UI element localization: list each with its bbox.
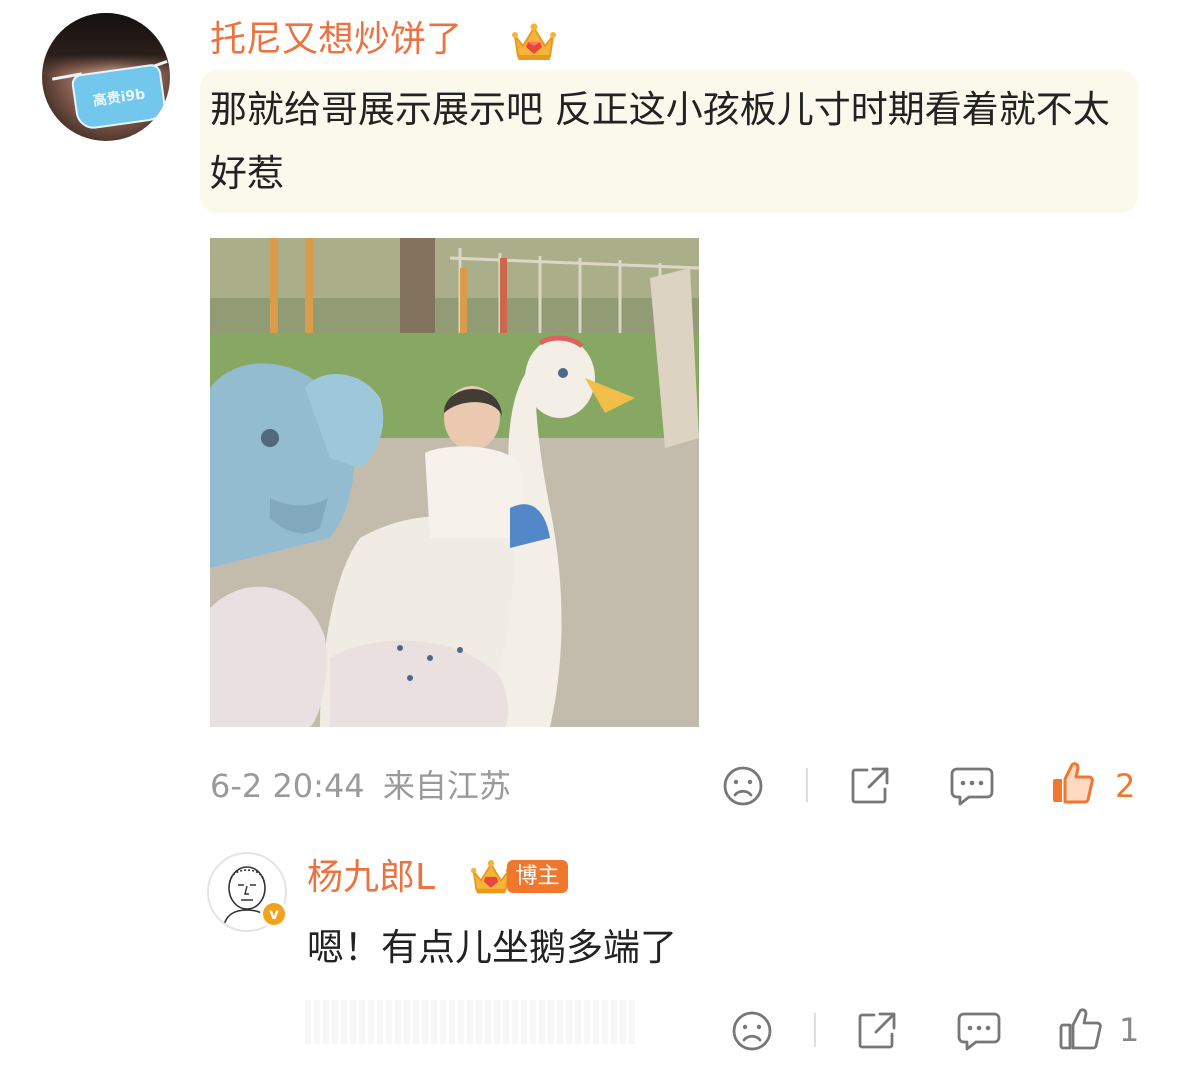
comment-location: 来自江苏	[382, 767, 511, 805]
avatar-mask: 高贵i9b	[70, 63, 168, 131]
comment-username[interactable]: 托尼又想炒饼了	[210, 14, 462, 66]
comment-timestamp: 6-2 20:44	[210, 767, 365, 805]
sad-face-icon[interactable]	[727, 1007, 777, 1055]
avatar-mask-text: 高贵i9b	[92, 86, 147, 110]
comment-photo[interactable]	[210, 238, 699, 727]
user-avatar[interactable]: 高贵i9b	[42, 13, 170, 141]
comment-text: 那就给哥展示展示吧 反正这小孩板儿寸时期看着就不太好惹	[210, 88, 1110, 195]
comment-icon[interactable]	[952, 1007, 1006, 1055]
thumbs-up-icon[interactable]	[1048, 758, 1098, 808]
sad-face-icon[interactable]	[718, 762, 768, 810]
verified-badge: v	[260, 900, 288, 928]
share-icon[interactable]	[845, 762, 895, 810]
crown-icon	[512, 23, 556, 60]
reply-text: 嗯！有点儿坐鹅多端了	[307, 926, 677, 969]
thumbs-up-icon[interactable]	[1056, 1004, 1106, 1054]
blurred-overlay	[305, 1000, 635, 1044]
reply-like-count: 1	[1119, 1011, 1140, 1049]
comment-icon[interactable]	[945, 762, 999, 810]
comment-meta: 6-2 20:44 来自江苏	[210, 762, 511, 810]
action-divider	[814, 1013, 816, 1047]
crown-icon	[470, 860, 512, 894]
reply-username[interactable]: 杨九郎L	[307, 852, 435, 904]
action-divider	[806, 768, 808, 802]
share-icon[interactable]	[852, 1007, 902, 1055]
comment-like-count: 2	[1115, 767, 1136, 805]
author-tag: 博主	[507, 860, 568, 893]
